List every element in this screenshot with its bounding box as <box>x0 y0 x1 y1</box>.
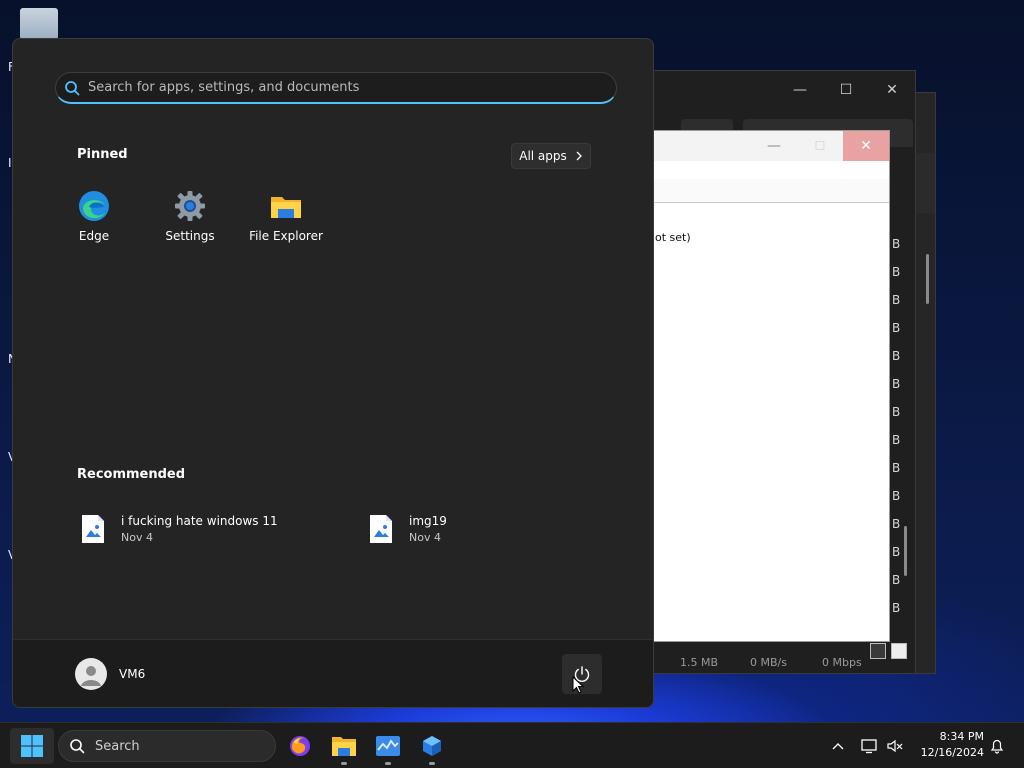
firefox-icon <box>290 736 310 756</box>
image-file-icon <box>370 515 392 543</box>
recommended-item[interactable]: i fucking hate windows 11 Nov 4 <box>77 509 297 549</box>
pinned-app-label: Edge <box>78 229 110 243</box>
chevron-up-icon <box>832 743 844 750</box>
recommended-item-text: img19 Nov 4 <box>409 514 447 544</box>
pinned-app-edge[interactable]: Edge <box>49 189 139 253</box>
bell-icon <box>990 739 1004 754</box>
cell-text: B <box>892 573 901 587</box>
background-dialog-window[interactable]: — ☐ ✕ ot set) <box>652 130 890 642</box>
start-search-input[interactable] <box>88 74 616 101</box>
gear-icon <box>175 191 205 221</box>
cell-text: B <box>892 601 901 615</box>
start-menu-footer: VM6 <box>13 639 653 707</box>
running-indicator <box>429 762 435 765</box>
pinned-app-file-explorer[interactable]: File Explorer <box>241 189 331 253</box>
notifications-button[interactable] <box>986 735 1008 757</box>
taskbar: Search 8:34 PM 12/16/2024 <box>0 722 1024 768</box>
all-apps-label: All apps <box>519 149 567 163</box>
user-account-button[interactable]: VM6 <box>75 658 145 690</box>
cell-text: B <box>892 349 901 363</box>
network-icon <box>861 739 877 754</box>
pinned-app-settings[interactable]: Settings <box>145 189 235 253</box>
cell-text: B <box>892 517 901 531</box>
recommended-item-date: Nov 4 <box>409 531 441 544</box>
search-icon <box>65 80 80 95</box>
chevron-right-icon <box>576 151 582 161</box>
edge-icon <box>79 191 109 221</box>
details-view-icon[interactable] <box>870 643 886 659</box>
windows-logo-icon <box>21 735 43 757</box>
cell-text: B <box>892 321 901 335</box>
start-search-box[interactable] <box>55 72 617 104</box>
desktop-label-fragment: I <box>8 156 12 170</box>
network-status-button[interactable] <box>858 735 880 757</box>
column-b-values: B B B B B B B B B B B B B B <box>892 236 904 628</box>
cell-text: B <box>892 461 901 475</box>
taskbar-app[interactable] <box>414 730 450 765</box>
all-apps-button[interactable]: All apps <box>511 143 591 169</box>
recommended-item-date: Nov 4 <box>121 531 153 544</box>
taskbar-task-manager[interactable] <box>370 730 406 765</box>
clock-date: 12/16/2024 <box>920 746 984 759</box>
cell-text: B <box>892 489 901 503</box>
dialog-close-button[interactable]: ✕ <box>843 131 889 161</box>
clock-button[interactable]: 8:34 PM 12/16/2024 <box>914 729 984 761</box>
start-menu: Pinned All apps Edge <box>12 38 654 708</box>
cell-text: B <box>892 545 901 559</box>
folder-icon <box>332 737 356 756</box>
user-icon <box>81 666 101 686</box>
show-hidden-icons-button[interactable] <box>827 735 849 757</box>
recycle-bin-icon[interactable] <box>20 8 58 42</box>
cell-text: B <box>892 433 901 447</box>
recommended-item-text: i fucking hate windows 11 Nov 4 <box>121 514 278 544</box>
scrollbar-thumb[interactable] <box>926 254 929 304</box>
avatar <box>75 658 107 690</box>
image-file-icon <box>82 515 104 543</box>
user-name: VM6 <box>119 667 146 681</box>
volume-button[interactable] <box>884 735 906 757</box>
status-memory: 1.5 MB <box>680 656 719 669</box>
taskbar-search-label: Search <box>95 738 140 754</box>
pinned-title: Pinned <box>77 147 128 162</box>
start-button[interactable] <box>10 728 54 764</box>
folder-icon <box>271 197 301 218</box>
recommended-item-name: img19 <box>409 514 447 528</box>
taskbar-firefox[interactable] <box>282 730 318 762</box>
status-disk: 0 MB/s <box>750 656 787 669</box>
mouse-cursor-icon <box>572 676 584 694</box>
close-button[interactable]: ✕ <box>869 75 915 105</box>
status-network: 0 Mbps <box>822 656 862 669</box>
task-manager-icon <box>376 736 400 756</box>
dialog-minimize-button[interactable]: — <box>751 131 797 161</box>
recommended-item[interactable]: img19 Nov 4 <box>365 509 585 549</box>
cell-text: B <box>892 405 901 419</box>
running-indicator <box>385 762 391 765</box>
dialog-address-bar <box>653 179 889 203</box>
volume-muted-icon <box>887 739 903 753</box>
taskbar-search-box[interactable]: Search <box>58 730 276 762</box>
recommended-item-name: i fucking hate windows 11 <box>121 514 278 528</box>
maximize-button[interactable]: ☐ <box>823 75 869 105</box>
pinned-app-label: Settings <box>165 229 215 243</box>
search-icon <box>70 739 85 754</box>
clock-time: 8:34 PM <box>939 730 984 743</box>
cell-text: B <box>892 237 901 251</box>
dialog-value-text: ot set) <box>655 231 691 244</box>
pinned-app-label: File Explorer <box>249 229 323 243</box>
cell-text: B <box>892 293 901 307</box>
dialog-maximize-button[interactable]: ☐ <box>797 131 843 161</box>
cell-text: B <box>892 265 901 279</box>
cell-text: B <box>892 377 901 391</box>
taskbar-file-explorer[interactable] <box>326 730 362 765</box>
tiles-view-icon[interactable] <box>891 643 907 659</box>
cube-app-icon <box>423 736 441 756</box>
running-indicator <box>341 762 347 765</box>
scrollbar-thumb[interactable] <box>904 526 907 576</box>
minimize-button[interactable]: — <box>777 75 823 105</box>
recommended-title: Recommended <box>77 467 186 482</box>
